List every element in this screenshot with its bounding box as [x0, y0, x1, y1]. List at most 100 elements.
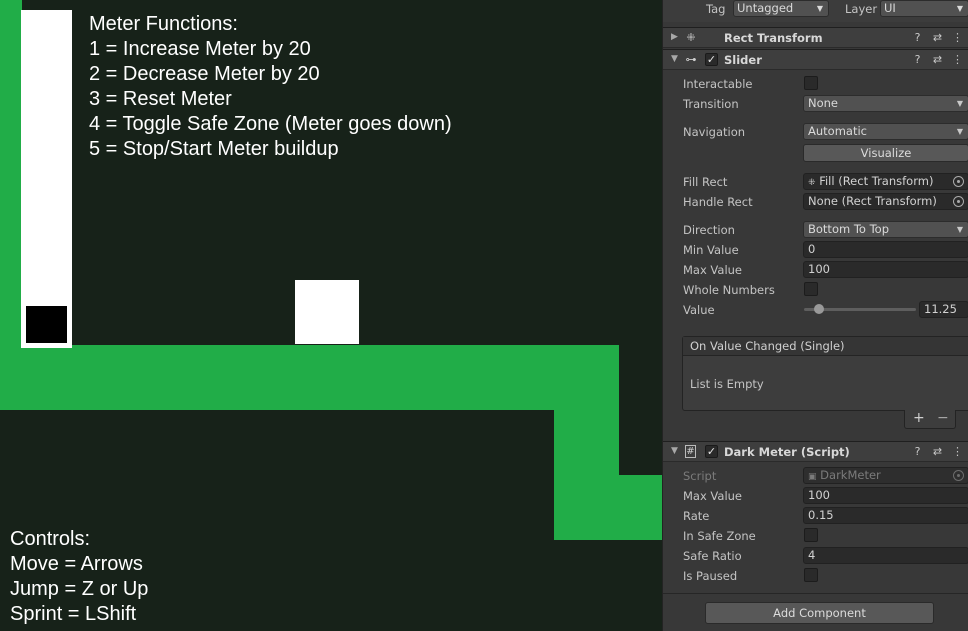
component-divider — [663, 593, 968, 594]
ground-platform — [0, 345, 619, 410]
preset-icon[interactable]: ⇄ — [932, 53, 943, 66]
transition-value: None — [808, 96, 839, 110]
script-value: DarkMeter — [820, 468, 881, 482]
chevron-down-icon: ▼ — [816, 4, 823, 13]
object-picker-icon[interactable] — [953, 196, 964, 207]
chevron-down-icon: ▼ — [956, 4, 963, 13]
slider-enabled-checkbox[interactable]: ✓ — [705, 53, 718, 66]
more-options-icon[interactable]: ⋮ — [952, 53, 963, 66]
slider-header[interactable]: ▼ ⊶ ✓ Slider ? ⇄ ⋮ — [663, 49, 968, 70]
min-value-label: Min Value — [683, 243, 739, 257]
slider-title: Slider — [724, 53, 762, 67]
interactable-label: Interactable — [683, 77, 753, 91]
meter-function-4: 4 = Toggle Safe Zone (Meter goes down) — [89, 113, 452, 135]
controls-text: Controls: Move = Arrows Jump = Z or Up S… — [10, 527, 148, 627]
more-options-icon[interactable]: ⋮ — [952, 445, 963, 458]
in-safe-zone-checkbox[interactable] — [804, 528, 818, 542]
collapse-arrow-icon[interactable]: ▼ — [671, 446, 678, 456]
layer-value: UI — [884, 1, 896, 15]
dm-max-value-label: Max Value — [683, 489, 743, 503]
help-icon[interactable]: ? — [912, 53, 923, 66]
handle-rect-field[interactable]: None (Rect Transform) — [803, 193, 968, 210]
dark-meter-enabled-checkbox[interactable]: ✓ — [705, 445, 718, 458]
dark-meter-header[interactable]: ▼ # ✓ Dark Meter (Script) ? ⇄ ⋮ — [663, 441, 968, 462]
add-component-button[interactable]: Add Component — [705, 602, 934, 624]
dm-max-value-field[interactable]: 100 — [803, 487, 968, 504]
meter-function-3: 3 = Reset Meter — [89, 88, 232, 110]
direction-dropdown[interactable]: Bottom To Top ▼ — [803, 221, 968, 238]
expand-arrow-icon[interactable]: ▶ — [671, 32, 678, 42]
tag-value: Untagged — [737, 1, 794, 15]
value-slider-track[interactable] — [804, 304, 916, 314]
visualize-button[interactable]: Visualize — [803, 144, 968, 162]
max-value-field[interactable]: 100 — [803, 261, 968, 278]
ground-step-lower — [554, 475, 662, 540]
dark-meter-fill — [26, 306, 67, 343]
object-picker-icon — [953, 470, 964, 481]
control-sprint: Sprint = LShift — [10, 603, 137, 625]
script-label: Script — [683, 469, 717, 483]
add-event-button[interactable]: + — [913, 410, 925, 426]
direction-label: Direction — [683, 223, 735, 237]
meter-function-1: 1 = Increase Meter by 20 — [89, 38, 311, 60]
preset-icon[interactable]: ⇄ — [932, 445, 943, 458]
whole-numbers-label: Whole Numbers — [683, 283, 775, 297]
navigation-dropdown[interactable]: Automatic ▼ — [803, 123, 968, 140]
chevron-down-icon: ▼ — [956, 99, 963, 108]
transition-dropdown[interactable]: None ▼ — [803, 95, 968, 112]
navigation-label: Navigation — [683, 125, 746, 139]
script-file-icon: ▣ — [808, 472, 817, 482]
help-icon[interactable]: ? — [912, 445, 923, 458]
more-options-icon[interactable]: ⋮ — [952, 31, 963, 44]
remove-event-button[interactable]: − — [937, 410, 949, 426]
navigation-value: Automatic — [808, 124, 867, 138]
controls-title: Controls: — [10, 528, 91, 550]
min-value-field[interactable]: 0 — [803, 241, 968, 258]
safe-ratio-label: Safe Ratio — [683, 549, 742, 563]
is-paused-checkbox[interactable] — [804, 568, 818, 582]
handle-rect-label: Handle Rect — [683, 195, 753, 209]
fill-rect-value: Fill (Rect Transform) — [819, 174, 934, 188]
chevron-down-icon: ▼ — [956, 225, 963, 234]
fill-rect-label: Fill Rect — [683, 175, 728, 189]
on-value-changed-header: On Value Changed (Single) — [683, 337, 968, 356]
fill-rect-field[interactable]: ⁜ Fill (Rect Transform) — [803, 173, 968, 190]
rate-field[interactable]: 0.15 — [803, 507, 968, 524]
object-picker-icon[interactable] — [953, 176, 964, 187]
slider-icon: ⊶ — [685, 53, 697, 66]
chevron-down-icon: ▼ — [956, 127, 963, 136]
layer-dropdown[interactable]: UI ▼ — [880, 0, 968, 17]
player — [295, 280, 359, 344]
on-value-changed-box: On Value Changed (Single) List is Empty — [682, 336, 968, 411]
safe-ratio-field[interactable]: 4 — [803, 547, 968, 564]
control-jump: Jump = Z or Up — [10, 578, 149, 600]
max-value-label: Max Value — [683, 263, 743, 277]
script-icon: # — [685, 445, 696, 458]
rect-transform-title: Rect Transform — [724, 31, 823, 45]
meter-function-5: 5 = Stop/Start Meter buildup — [89, 138, 339, 160]
tag-layer-bar: Tag Untagged ▼ Layer UI ▼ — [663, 0, 968, 22]
interactable-checkbox[interactable] — [804, 76, 818, 90]
handle-rect-value: None (Rect Transform) — [808, 194, 937, 208]
script-field: ▣ DarkMeter — [803, 467, 968, 484]
direction-value: Bottom To Top — [808, 222, 890, 236]
rect-transform-icon: ⁜ — [686, 31, 696, 44]
value-slider-handle[interactable] — [814, 304, 824, 314]
rect-transform-header[interactable]: ▶ ⁜ Rect Transform ? ⇄ ⋮ — [663, 27, 968, 48]
collapse-arrow-icon[interactable]: ▼ — [671, 54, 678, 64]
value-field[interactable]: 11.25 — [919, 301, 968, 318]
tag-label: Tag — [706, 2, 726, 16]
meter-functions-text: Meter Functions: 1 = Increase Meter by 2… — [89, 12, 452, 162]
value-label: Value — [683, 303, 715, 317]
help-icon[interactable]: ? — [912, 31, 923, 44]
rect-transform-icon: ⁜ — [808, 178, 816, 188]
dark-meter-bar — [21, 10, 72, 348]
preset-icon[interactable]: ⇄ — [932, 31, 943, 44]
layer-label: Layer — [845, 2, 878, 16]
whole-numbers-checkbox[interactable] — [804, 282, 818, 296]
rate-label: Rate — [683, 509, 710, 523]
is-paused-label: Is Paused — [683, 569, 738, 583]
game-view: Meter Functions: 1 = Increase Meter by 2… — [0, 0, 662, 631]
tag-dropdown[interactable]: Untagged ▼ — [733, 0, 829, 17]
in-safe-zone-label: In Safe Zone — [683, 529, 756, 543]
